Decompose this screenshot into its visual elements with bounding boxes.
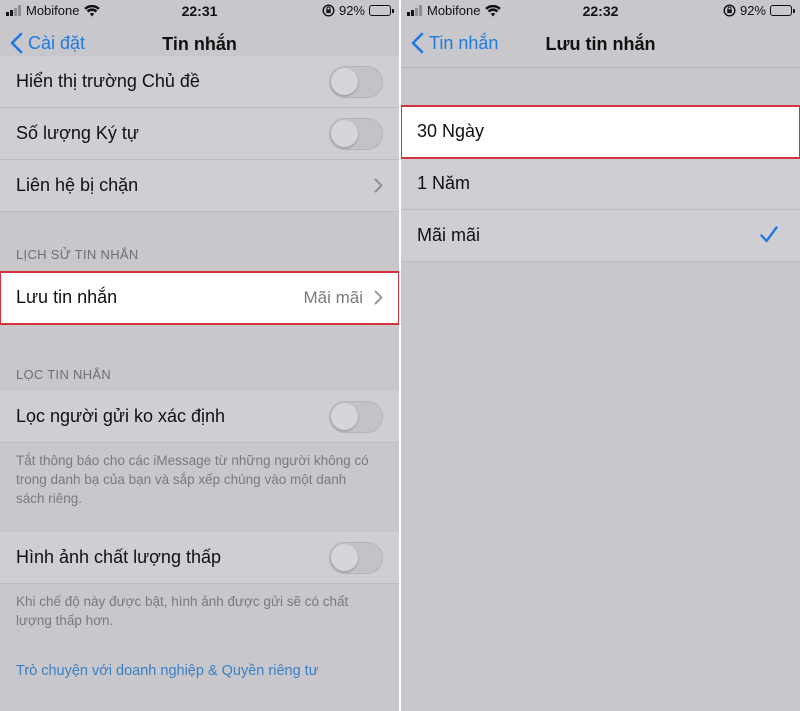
page-title: Tin nhắn [162, 34, 237, 54]
history-section-header: LỊCH SỬ TIN NHẮN [16, 247, 139, 262]
page-title: Lưu tin nhắn [545, 34, 656, 54]
battery-icon [770, 5, 795, 16]
right-screen: Mobifone 22:32 92% Tin nhắn Lưu tin nhắn… [401, 0, 800, 711]
option-label: 30 Ngày [417, 121, 485, 141]
filter-unknown-row: Lọc người gửi ko xác định [0, 391, 399, 443]
keep-messages-row[interactable]: Lưu tin nhắn Mãi mãi [0, 271, 399, 325]
keep-messages-value: Mãi mãi [303, 288, 363, 307]
filter-section-header: LỌC TIN NHẮN [16, 367, 112, 382]
char-count-toggle[interactable] [329, 118, 383, 150]
battery-percent: 92% [338, 3, 365, 18]
char-count-label: Số lượng Ký tự [16, 123, 139, 143]
filter-unknown-footer: Tắt thông báo cho các iMessage từ những … [16, 453, 369, 506]
show-subject-label: Hiển thị trường Chủ đề [16, 71, 200, 91]
battery-percent: 92% [739, 3, 766, 18]
privacy-link[interactable]: Trò chuyện với doanh nghiệp & Quyền riên… [16, 663, 318, 679]
option-label: Mãi mãi [417, 225, 481, 245]
status-bar: Mobifone 22:31 92% [0, 0, 399, 24]
blocked-contacts-row[interactable]: Liên hệ bị chặn [0, 160, 399, 212]
show-subject-toggle[interactable] [329, 66, 383, 98]
low-quality-row: Hình ảnh chất lượng thấp [0, 532, 399, 584]
low-quality-toggle[interactable] [329, 542, 383, 574]
option-label: 1 Năm [417, 173, 471, 193]
battery-icon [369, 5, 394, 16]
char-count-row: Số lượng Ký tự [0, 108, 399, 160]
chevron-right-icon [374, 178, 383, 193]
low-quality-label: Hình ảnh chất lượng thấp [16, 547, 221, 567]
filter-unknown-toggle[interactable] [329, 401, 383, 433]
rotation-lock-icon [723, 4, 736, 17]
option-1-year[interactable]: 1 Năm [401, 158, 800, 210]
nav-bar: Tin nhắn Lưu tin nhắn [401, 24, 800, 68]
show-subject-row: Hiển thị trường Chủ đề [0, 56, 399, 108]
filter-unknown-label: Lọc người gửi ko xác định [16, 406, 226, 426]
low-quality-footer: Khi chế độ này được bật, hình ảnh được g… [16, 594, 349, 628]
checkmark-icon [760, 226, 778, 243]
option-30-days[interactable]: 30 Ngày [401, 105, 800, 159]
option-forever[interactable]: Mãi mãi [401, 210, 800, 262]
status-bar: Mobifone 22:32 92% [401, 0, 800, 24]
left-screen: Mobifone 22:31 92% Cài đặt Tin nhắn Hiển… [0, 0, 399, 711]
chevron-right-icon [374, 290, 383, 305]
keep-messages-label: Lưu tin nhắn [16, 287, 118, 307]
blocked-contacts-label: Liên hệ bị chặn [16, 175, 139, 195]
rotation-lock-icon [322, 4, 335, 17]
